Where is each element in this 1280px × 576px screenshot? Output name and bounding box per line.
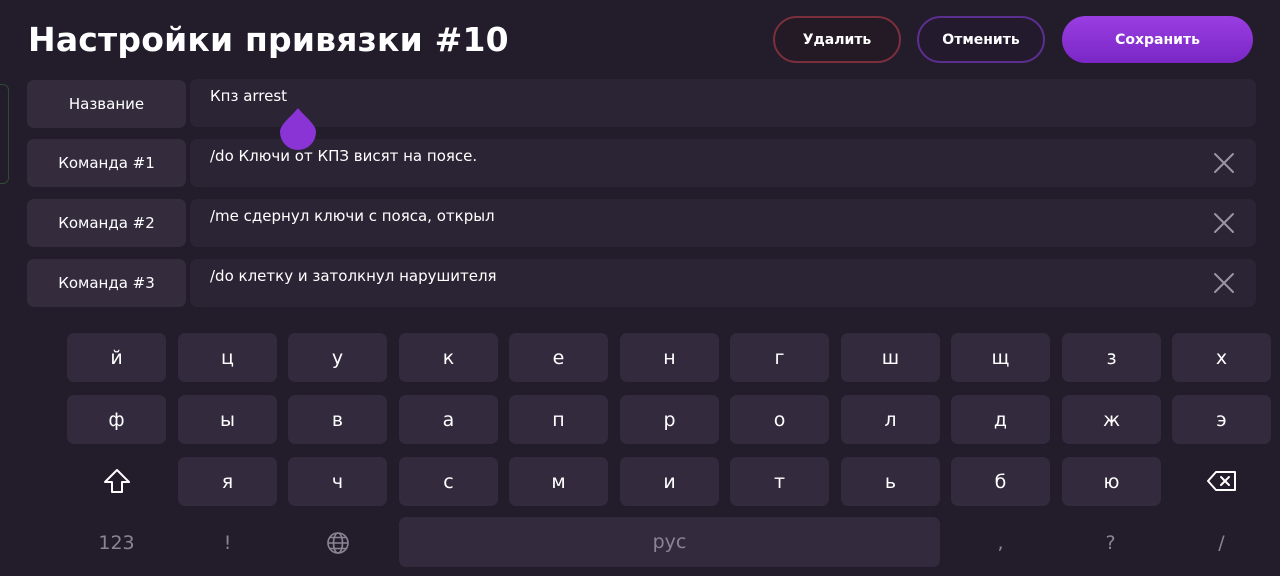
close-icon[interactable]	[1212, 211, 1236, 235]
key-row1-3[interactable]: к	[399, 333, 498, 382]
shift-key[interactable]	[67, 456, 166, 505]
key-row1-4[interactable]: е	[509, 333, 608, 382]
key-row2-10[interactable]: э	[1172, 395, 1271, 444]
key-row2-2[interactable]: в	[288, 395, 387, 444]
exclaim-key[interactable]: !	[178, 518, 277, 567]
backspace-key[interactable]	[1172, 456, 1271, 505]
command-2-label: Команда #2	[27, 199, 186, 247]
side-edge-accent	[0, 84, 9, 184]
key-row1-7[interactable]: ш	[841, 333, 940, 382]
cancel-button[interactable]: Отменить	[917, 16, 1045, 63]
name-value: Кпз arrest	[210, 87, 288, 105]
key-row3-8[interactable]: ю	[1062, 457, 1161, 506]
key-row3-3[interactable]: м	[509, 457, 608, 506]
key-row1-8[interactable]: щ	[951, 333, 1050, 382]
key-row3-1[interactable]: ч	[288, 457, 387, 506]
name-label: Название	[27, 80, 186, 128]
command-1-label: Команда #1	[27, 139, 186, 187]
key-row2-8[interactable]: д	[951, 395, 1050, 444]
key-row3-6[interactable]: ь	[841, 457, 940, 506]
key-row2-6[interactable]: о	[730, 395, 829, 444]
slash-key[interactable]: /	[1172, 518, 1271, 567]
key-row1-9[interactable]: з	[1062, 333, 1161, 382]
key-row2-0[interactable]: ф	[67, 395, 166, 444]
key-row3-2[interactable]: с	[399, 457, 498, 506]
command-1-value: /do Ключи от КПЗ висят на поясе.	[210, 147, 478, 165]
key-row1-2[interactable]: у	[288, 333, 387, 382]
question-key[interactable]: ?	[1061, 518, 1160, 567]
key-row2-7[interactable]: л	[841, 395, 940, 444]
command-3-label: Команда #3	[27, 259, 186, 307]
command-2-input[interactable]: /me сдернул ключи с пояса, открыл	[190, 199, 1256, 247]
delete-button[interactable]: Удалить	[773, 16, 901, 63]
key-row2-5[interactable]: р	[620, 395, 719, 444]
command-3-input[interactable]: /do клетку и затолкнул нарушителя	[190, 259, 1256, 307]
key-row1-0[interactable]: й	[67, 333, 166, 382]
close-icon[interactable]	[1212, 271, 1236, 295]
key-row2-1[interactable]: ы	[178, 395, 277, 444]
key-row1-6[interactable]: г	[730, 333, 829, 382]
backspace-icon	[1206, 470, 1236, 491]
command-2-value: /me сдернул ключи с пояса, открыл	[210, 207, 495, 225]
key-row1-1[interactable]: ц	[178, 333, 277, 382]
key-row2-3[interactable]: а	[399, 395, 498, 444]
shift-icon	[103, 468, 130, 493]
name-input[interactable]: Кпз arrest	[190, 79, 1256, 127]
key-row2-4[interactable]: п	[509, 395, 608, 444]
key-row1-5[interactable]: н	[620, 333, 719, 382]
key-row3-4[interactable]: и	[620, 457, 719, 506]
language-key[interactable]	[288, 518, 387, 567]
key-row3-5[interactable]: т	[730, 457, 829, 506]
command-3-value: /do клетку и затолкнул нарушителя	[210, 267, 497, 285]
key-row2-9[interactable]: ж	[1062, 395, 1161, 444]
comma-key[interactable]: ,	[951, 518, 1050, 567]
globe-icon	[326, 531, 349, 554]
text-cursor-handle[interactable]	[280, 106, 316, 150]
close-icon[interactable]	[1212, 151, 1236, 175]
numbers-key[interactable]: 123	[67, 518, 166, 567]
key-row3-0[interactable]: я	[178, 457, 277, 506]
save-button[interactable]: Сохранить	[1062, 16, 1253, 63]
space-key[interactable]: рус	[399, 517, 940, 567]
page-title: Настройки привязки #10	[28, 20, 509, 59]
command-1-input[interactable]: /do Ключи от КПЗ висят на поясе.	[190, 139, 1256, 187]
key-row3-7[interactable]: б	[951, 457, 1050, 506]
key-row1-10[interactable]: х	[1172, 333, 1271, 382]
